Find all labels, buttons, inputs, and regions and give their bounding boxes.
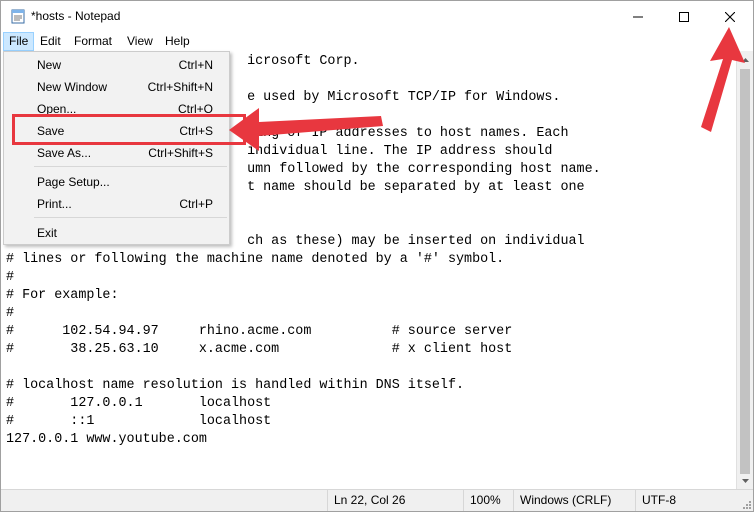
close-pointer-arrow-icon: [701, 27, 745, 132]
notepad-window: *hosts - Notepad File Edit Format View H…: [0, 0, 754, 512]
save-pointer-arrow-icon: [229, 108, 383, 151]
annotation-arrows: [229, 27, 745, 151]
